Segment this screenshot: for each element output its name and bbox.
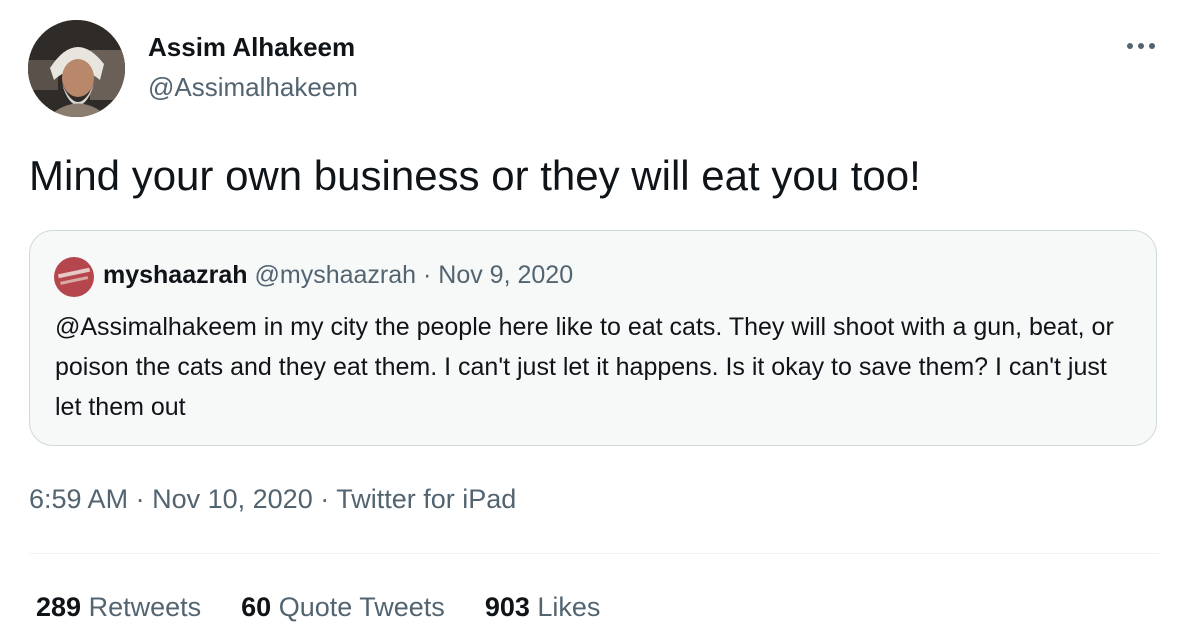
retweets-count: 289: [36, 592, 82, 622]
user-avatar-photo-icon: [28, 20, 125, 117]
quoted-tweet[interactable]: myshaazrah @myshaazrah · Nov 9, 2020 @As…: [29, 230, 1157, 446]
tweet-source[interactable]: Twitter for iPad: [336, 484, 516, 514]
likes-count: 903: [484, 592, 530, 622]
likes-label: Likes: [537, 592, 601, 622]
tweet-time[interactable]: 6:59 AM: [29, 484, 128, 514]
quote-tweets-count: 60: [241, 592, 272, 622]
source-separator: ·: [320, 484, 330, 514]
author-handle[interactable]: @Assimalhakeem: [148, 72, 358, 103]
likes-stat[interactable]: 903 Likes: [485, 592, 601, 623]
tweet-date[interactable]: Nov 10, 2020: [152, 484, 313, 514]
tweet-text: Mind your own business or they will eat …: [29, 152, 921, 199]
author-name[interactable]: Assim Alhakeem: [148, 32, 355, 63]
quoted-author-handle[interactable]: @myshaazrah: [254, 261, 416, 289]
quoted-tweet-header: myshaazrah @myshaazrah · Nov 9, 2020: [103, 261, 573, 290]
retweets-label: Retweets: [88, 592, 202, 622]
quote-tweets-stat[interactable]: 60 Quote Tweets: [241, 592, 445, 623]
timestamp-separator: ·: [135, 484, 145, 514]
quoted-date[interactable]: Nov 9, 2020: [438, 261, 573, 289]
quoted-user-avatar-icon: [54, 257, 94, 297]
quote-tweets-label: Quote Tweets: [278, 592, 445, 622]
tweet-stats: 289 Retweets 60 Quote Tweets 903 Likes: [36, 592, 600, 623]
quoted-author-name[interactable]: myshaazrah: [103, 261, 248, 289]
author-avatar[interactable]: [28, 20, 125, 117]
quoted-separator: ·: [423, 261, 432, 289]
more-horizontal-icon[interactable]: [1120, 30, 1164, 62]
tweet-timestamp-line: 6:59 AM · Nov 10, 2020 · Twitter for iPa…: [29, 484, 516, 515]
divider: [29, 553, 1159, 554]
retweets-stat[interactable]: 289 Retweets: [36, 592, 201, 623]
tweet: Assim Alhakeem @Assimalhakeem Mind your …: [0, 0, 1189, 639]
quoted-tweet-text: @Assimalhakeem in my city the people her…: [55, 313, 1114, 421]
